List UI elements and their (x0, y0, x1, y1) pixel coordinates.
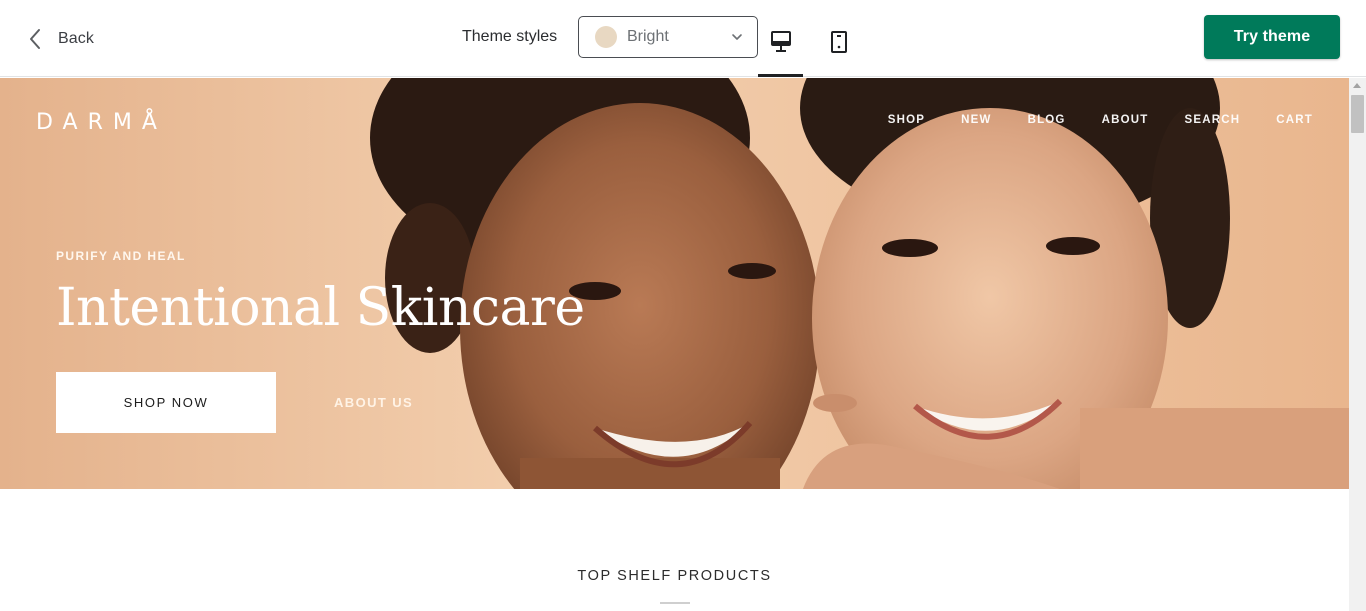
theme-style-value: Bright (627, 28, 669, 45)
shop-now-button[interactable]: SHOP NOW (56, 372, 276, 433)
mobile-view-button[interactable] (816, 18, 861, 76)
back-label: Back (58, 30, 94, 47)
store-nav: SHOP NEW BLOG ABOUT SEARCH CART (852, 114, 1313, 126)
scrollbar[interactable] (1349, 78, 1366, 611)
store-preview: DARMÅ SHOP NEW BLOG ABOUT SEARCH CART PU… (0, 78, 1366, 611)
nav-link-about[interactable]: ABOUT (1102, 114, 1149, 126)
nav-link-search[interactable]: SEARCH (1184, 114, 1240, 126)
scroll-up-arrow-icon[interactable] (1353, 83, 1361, 88)
color-swatch (595, 26, 617, 48)
theme-style-select[interactable]: Bright (578, 16, 758, 58)
nav-link-blog[interactable]: BLOG (1028, 114, 1066, 126)
try-theme-button[interactable]: Try theme (1204, 15, 1340, 59)
back-button[interactable]: Back (28, 22, 94, 56)
section-divider (660, 602, 690, 604)
hero-eyebrow: PURIFY AND HEAL (56, 249, 186, 263)
theme-styles-label: Theme styles (462, 28, 558, 45)
scrollbar-thumb[interactable] (1351, 95, 1364, 133)
chevron-left-icon (30, 29, 40, 49)
section-title: TOP SHELF PRODUCTS (577, 568, 772, 584)
chevron-down-icon (732, 34, 742, 40)
store-logo[interactable]: DARMÅ (36, 110, 167, 135)
about-us-link[interactable]: ABOUT US (334, 395, 413, 410)
preview-toolbar: Back Theme styles Bright Try theme (0, 0, 1366, 77)
hero-banner: DARMÅ SHOP NEW BLOG ABOUT SEARCH CART PU… (0, 78, 1349, 489)
nav-link-shop[interactable]: SHOP (888, 114, 925, 126)
nav-link-new[interactable]: NEW (961, 114, 991, 126)
mobile-icon (830, 31, 847, 53)
nav-link-cart[interactable]: CART (1276, 114, 1313, 126)
desktop-view-button[interactable] (758, 18, 803, 77)
desktop-icon (770, 31, 791, 52)
hero-headline: Intentional Skincare (56, 278, 585, 338)
